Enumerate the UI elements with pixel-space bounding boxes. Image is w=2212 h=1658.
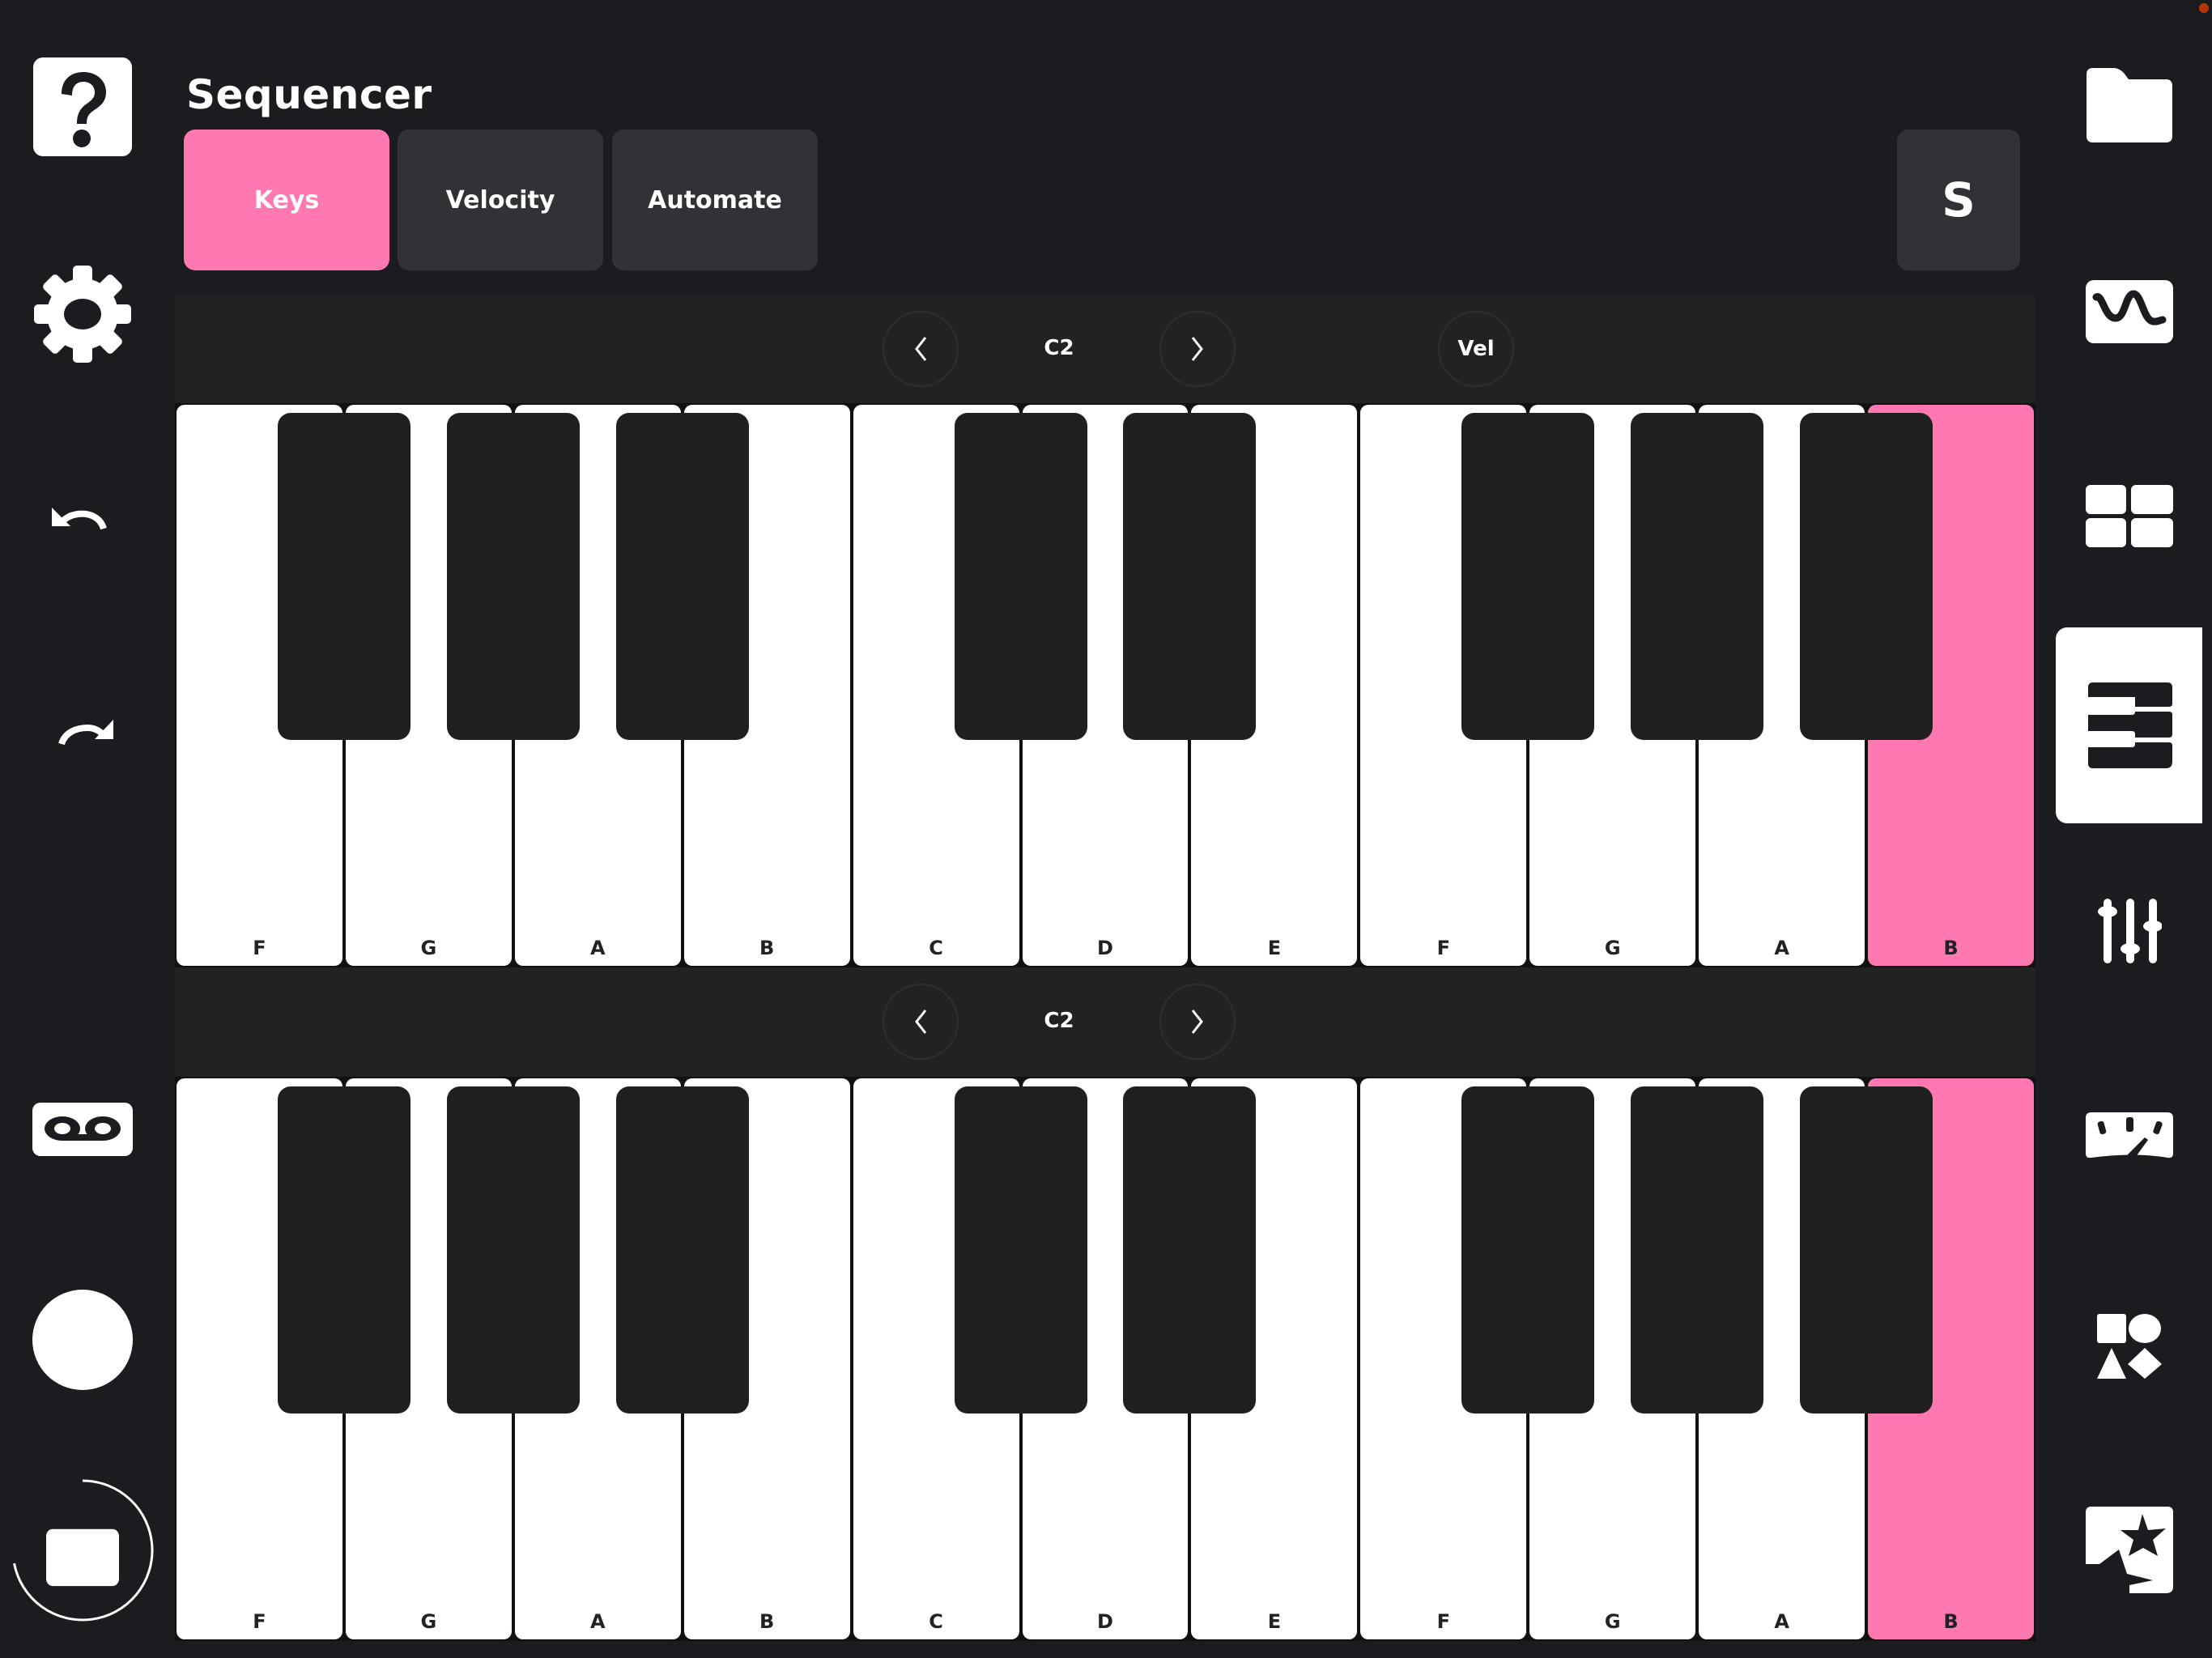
page-title: Sequencer [186,71,432,118]
record-button[interactable] [31,1287,134,1392]
black-key-g-sharp[interactable] [1631,413,1764,740]
redo-button[interactable] [31,688,134,777]
undo-button[interactable] [31,478,134,567]
key-label: E [1267,1610,1282,1633]
black-key-g-sharp[interactable] [1631,1086,1764,1414]
undo-icon [52,508,107,530]
black-key-f-sharp[interactable] [277,1086,410,1414]
status-indicator-dot [2199,3,2209,13]
sidebar-item-oscillator[interactable] [2056,263,2202,360]
help-button[interactable] [31,55,134,159]
tab-keys[interactable]: Keys [184,130,389,270]
black-key-d-sharp[interactable] [1123,413,1257,740]
octave-label: C2 [1044,336,1074,360]
black-key-g-sharp[interactable] [446,413,580,740]
sidebar-item-files[interactable] [2056,57,2202,154]
octave-down-button[interactable] [883,984,959,1060]
key-label: G [1604,937,1621,959]
redo-icon [58,720,113,746]
keyboard-2-nav: C2 [175,967,2035,1077]
key-label: E [1267,937,1282,959]
sidebar-item-meter[interactable] [2056,1085,2202,1186]
sidebar-item-shapes[interactable] [2056,1295,2202,1397]
stop-icon [13,1479,154,1622]
key-label: F [253,937,266,959]
key-label: A [589,1610,606,1633]
key-label: C [929,937,943,959]
black-key-f-sharp[interactable] [1461,413,1595,740]
chevron-right-icon [1191,1010,1203,1034]
piano-keyboard-1: FGABCDEFGAB [175,403,2035,967]
tape-icon [32,1103,133,1156]
stop-button[interactable] [10,1473,155,1627]
pads-icon [2085,484,2173,547]
chevron-left-icon [915,1010,927,1034]
sidebar-item-mixer[interactable] [2056,882,2202,980]
key-label: A [589,937,606,959]
key-label: B [759,937,775,959]
meter-icon [2085,1112,2173,1158]
octave-up-button[interactable] [1159,311,1236,387]
effects-icon [2085,1507,2173,1593]
octave-label: C2 [1044,1009,1074,1033]
shapes-icon [2096,1313,2162,1379]
black-key-a-sharp[interactable] [615,413,749,740]
key-label: A [1774,1610,1789,1633]
settings-button[interactable] [31,262,134,366]
black-key-d-sharp[interactable] [1123,1086,1257,1414]
wave-icon [2085,280,2173,343]
tab-velocity[interactable]: Velocity [398,130,603,270]
mixer-icon [2097,899,2162,963]
velocity-button[interactable]: Vel [1438,311,1514,387]
black-key-c-sharp[interactable] [954,1086,1087,1414]
black-key-c-sharp[interactable] [954,413,1087,740]
record-icon [32,1290,133,1390]
chevron-right-icon [1191,337,1203,361]
chevron-left-icon [915,337,927,361]
key-label: G [1604,1610,1621,1633]
piano-keyboard-2: FGABCDEFGAB [175,1077,2035,1641]
black-key-a-sharp[interactable] [615,1086,749,1414]
piano-icon [2087,682,2172,768]
folder-icon [2086,68,2172,142]
black-key-a-sharp[interactable] [1800,413,1933,740]
key-label: D [1097,1610,1113,1633]
key-label: G [420,1610,437,1633]
key-label: B [1943,1610,1959,1633]
key-label: G [420,937,437,959]
black-key-f-sharp[interactable] [1461,1086,1595,1414]
key-label: F [1436,1610,1451,1633]
sidebar-item-effects[interactable] [2056,1498,2202,1603]
octave-up-button[interactable] [1159,984,1236,1060]
octave-down-button[interactable] [883,311,959,387]
key-label: F [253,1610,266,1633]
key-label: A [1774,937,1789,959]
sidebar-item-pads[interactable] [2056,466,2202,567]
recordings-button[interactable] [31,1085,134,1174]
keyboard-1-nav: C2 Vel [175,295,2035,403]
help-icon [33,57,132,156]
key-label: F [1436,937,1451,959]
black-key-a-sharp[interactable] [1800,1086,1933,1414]
black-key-f-sharp[interactable] [277,413,410,740]
sidebar-item-sequencer[interactable] [2056,627,2202,823]
gear-icon [34,266,131,363]
key-label: B [759,1610,775,1633]
tab-automate[interactable]: Automate [612,130,818,270]
key-label: B [1943,937,1959,959]
key-label: C [929,1610,943,1633]
s-button[interactable]: S [1897,130,2020,270]
black-key-g-sharp[interactable] [446,1086,580,1414]
key-label: D [1097,937,1113,959]
